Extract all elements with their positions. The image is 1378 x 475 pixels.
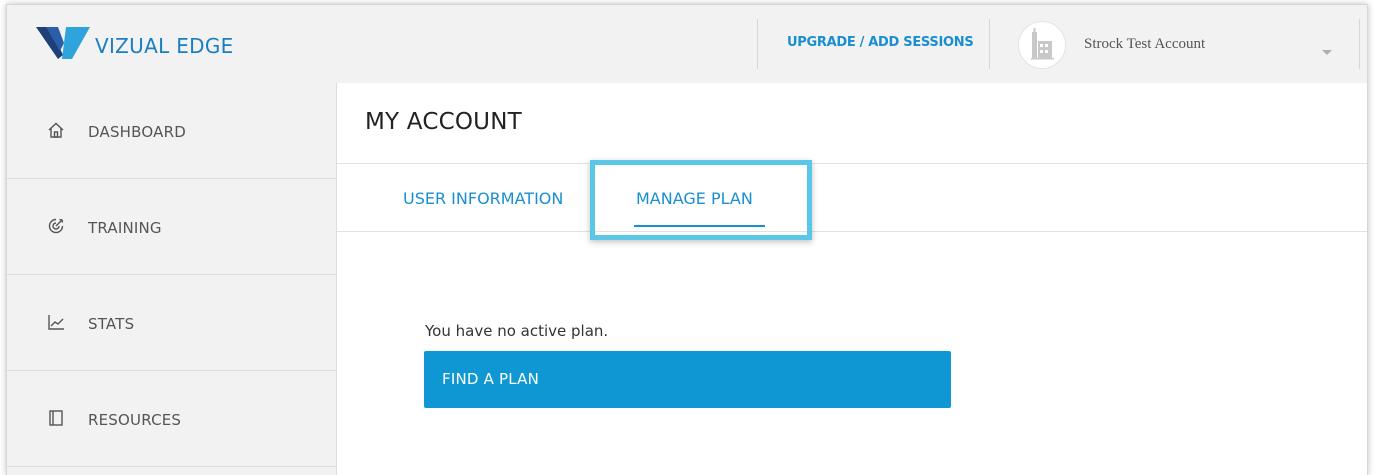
main-content: MY ACCOUNT USER INFORMATION MANAGE PLAN …	[337, 83, 1367, 475]
sidebar-item-dashboard[interactable]: DASHBOARD	[7, 83, 336, 179]
no-plan-message: You have no active plan.	[425, 322, 609, 340]
find-plan-button[interactable]: FIND A PLAN	[424, 351, 951, 408]
header-divider	[989, 19, 990, 69]
tab-highlight-callout	[590, 160, 812, 240]
header-divider	[757, 19, 758, 69]
sidebar-item-training[interactable]: TRAINING	[7, 179, 336, 275]
sidebar-item-label: DASHBOARD	[88, 123, 186, 141]
account-name[interactable]: Strock Test Account	[1084, 36, 1205, 53]
sidebar-item-label: RESOURCES	[88, 411, 182, 429]
sidebar-item-resources[interactable]: RESOURCES	[7, 371, 336, 467]
find-plan-button-label: FIND A PLAN	[442, 370, 540, 388]
sidebar-item-stats[interactable]: STATS	[7, 275, 336, 371]
home-icon	[47, 121, 65, 139]
top-header: VIZUAL EDGE UPGRADE / ADD SESSIONS Stroc…	[7, 5, 1367, 84]
divider	[337, 163, 1367, 164]
sidebar: DASHBOARD TRAINING STATS RESOURCES	[7, 83, 337, 475]
chart-line-icon	[47, 313, 65, 331]
page-title: MY ACCOUNT	[365, 109, 522, 135]
tab-user-information[interactable]: USER INFORMATION	[403, 189, 563, 208]
sidebar-item-label: STATS	[88, 315, 135, 333]
header-divider	[1359, 19, 1360, 69]
account-avatar[interactable]	[1018, 21, 1066, 69]
vizual-edge-logo-icon[interactable]	[36, 25, 92, 61]
app-window: VIZUAL EDGE UPGRADE / ADD SESSIONS Stroc…	[6, 4, 1368, 475]
brand-name[interactable]: VIZUAL EDGE	[95, 34, 234, 58]
book-icon	[47, 409, 65, 427]
chevron-down-icon[interactable]	[1322, 43, 1332, 61]
upgrade-sessions-link[interactable]: UPGRADE / ADD SESSIONS	[787, 35, 974, 50]
target-icon	[47, 217, 65, 235]
sidebar-item-label: TRAINING	[88, 219, 162, 237]
divider	[337, 231, 1367, 232]
building-icon	[1031, 28, 1054, 60]
